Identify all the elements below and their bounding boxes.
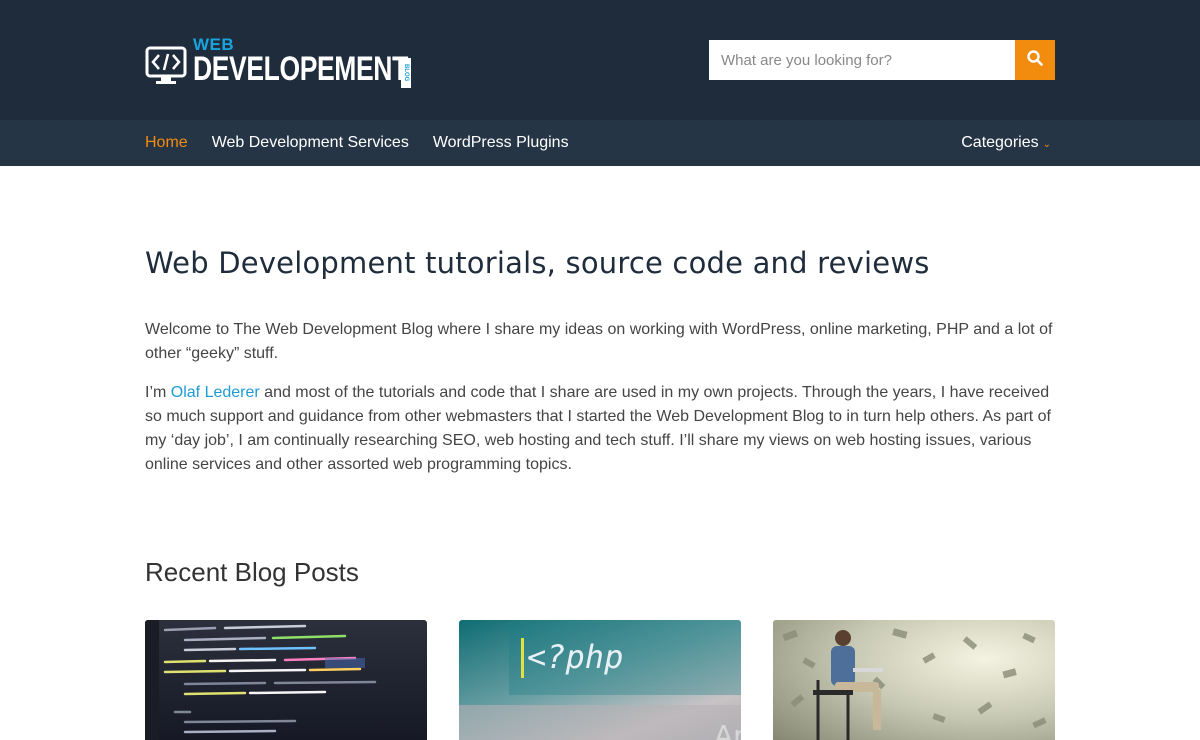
search-button[interactable]	[1015, 40, 1055, 80]
chevron-down-icon: ⌄	[1042, 138, 1051, 150]
php-tag-image: <?php Ar	[459, 620, 741, 740]
code-editor-image	[145, 620, 377, 740]
php-overlay-text: <?php	[527, 638, 623, 676]
logo-developement-text: DEVELOPEMENT	[193, 50, 408, 88]
nav-item-web-development-services[interactable]: Web Development Services	[212, 134, 409, 152]
man-laptop-money-image	[782, 628, 1047, 740]
post-card-image-code[interactable]	[145, 620, 427, 740]
intro-text: Welcome to The Web Development Blog wher…	[145, 318, 1055, 477]
nav-item-home[interactable]: Home	[145, 134, 188, 152]
svg-text:Ar: Ar	[714, 719, 741, 740]
categories-label: Categories	[961, 134, 1039, 151]
recent-posts-grid: <?php Ar	[145, 620, 1055, 740]
categories-dropdown[interactable]: Categories ⌄	[961, 120, 1051, 166]
search-input[interactable]	[709, 40, 1015, 80]
recent-posts-heading: Recent Blog Posts	[145, 557, 359, 587]
search-form	[709, 40, 1055, 80]
intro-p2-body: and most of the tutorials and code that …	[145, 384, 1051, 473]
search-icon	[1027, 49, 1043, 71]
main-nav: Home Web Development Services WordPress …	[0, 120, 1200, 166]
intro-paragraph-2: I’m Olaf Lederer and most of the tutoria…	[145, 381, 1055, 477]
intro-paragraph-1: Welcome to The Web Development Blog wher…	[145, 321, 1053, 362]
post-card-image-money[interactable]	[773, 620, 1055, 740]
intro-p2-lead: I’m	[145, 384, 171, 401]
nav-menu: Home Web Development Services WordPress …	[145, 120, 1055, 166]
author-link[interactable]: Olaf Lederer	[171, 384, 260, 401]
site-header: WEB DEVELOPEMENT BLOG	[0, 0, 1200, 120]
post-card-image-php[interactable]: <?php Ar	[459, 620, 741, 740]
site-logo[interactable]: WEB DEVELOPEMENT BLOG	[145, 36, 411, 90]
logo-blog-tag: BLOG	[401, 58, 411, 88]
page-title: Web Development tutorials, source code a…	[145, 246, 930, 280]
main-content: Web Development tutorials, source code a…	[145, 166, 1055, 740]
code-monitor-icon	[145, 42, 187, 86]
nav-item-wordpress-plugins[interactable]: WordPress Plugins	[433, 134, 569, 152]
